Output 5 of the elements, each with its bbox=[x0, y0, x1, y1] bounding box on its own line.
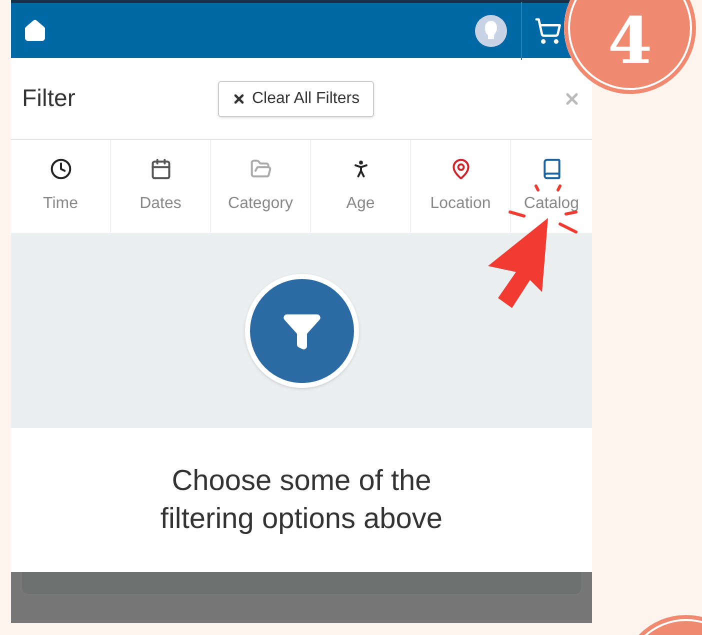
empty-state-message: Choose some of the filtering options above bbox=[159, 464, 444, 537]
step-badge: 4 bbox=[564, 0, 696, 94]
clear-filters-button[interactable]: Clear All Filters bbox=[218, 80, 374, 116]
filter-title: Filter bbox=[22, 84, 76, 114]
filter-tab[interactable]: Catalog bbox=[511, 140, 592, 233]
